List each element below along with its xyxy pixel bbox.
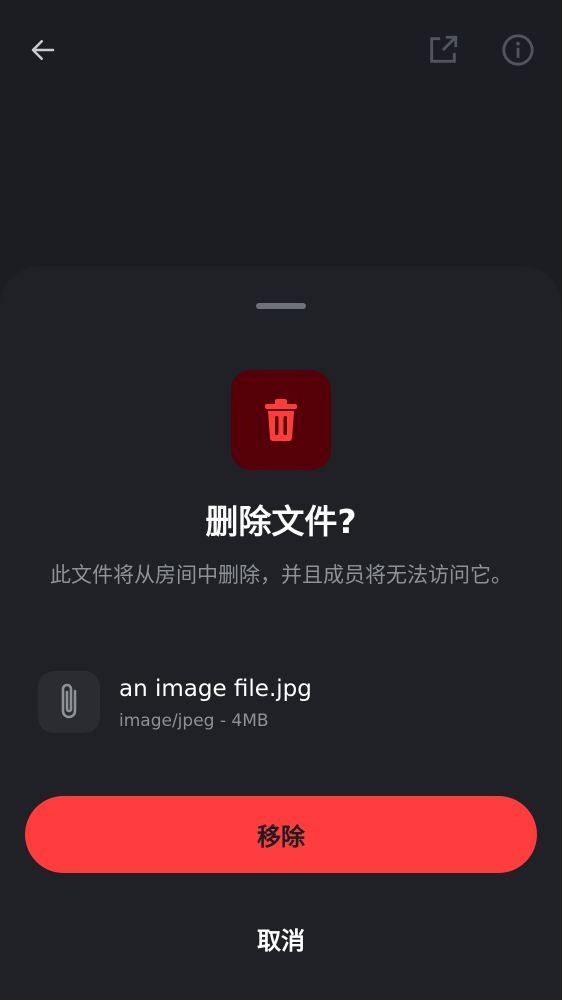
remove-button[interactable]: 移除 xyxy=(25,796,537,873)
drag-handle[interactable] xyxy=(256,303,306,309)
paperclip-icon xyxy=(61,683,77,719)
arrow-left-icon xyxy=(31,40,55,60)
back-button[interactable] xyxy=(19,26,67,74)
open-external-icon xyxy=(430,35,458,63)
delete-file-screen: 删除文件? 此文件将从房间中删除，并且成员将无法访问它。 an image fi… xyxy=(0,0,562,1000)
file-item: an image file.jpg image/jpeg - 4MB xyxy=(38,671,528,735)
open-external-button[interactable] xyxy=(419,26,467,74)
trash-icon-tile xyxy=(231,370,331,470)
delete-file-bottom-sheet: 删除文件? 此文件将从房间中删除，并且成员将无法访问它。 an image fi… xyxy=(0,268,562,1000)
cancel-button[interactable]: 取消 xyxy=(181,908,381,968)
file-name: an image file.jpg xyxy=(119,676,312,702)
file-meta: image/jpeg - 4MB xyxy=(119,711,269,731)
info-button[interactable] xyxy=(494,26,542,74)
trash-icon xyxy=(265,399,297,441)
dialog-message: 此文件将从房间中删除，并且成员将无法访问它。 xyxy=(50,563,512,587)
top-app-bar xyxy=(0,0,562,100)
info-icon xyxy=(502,34,534,66)
file-icon-tile xyxy=(38,671,100,733)
dialog-title: 删除文件? xyxy=(205,502,357,541)
